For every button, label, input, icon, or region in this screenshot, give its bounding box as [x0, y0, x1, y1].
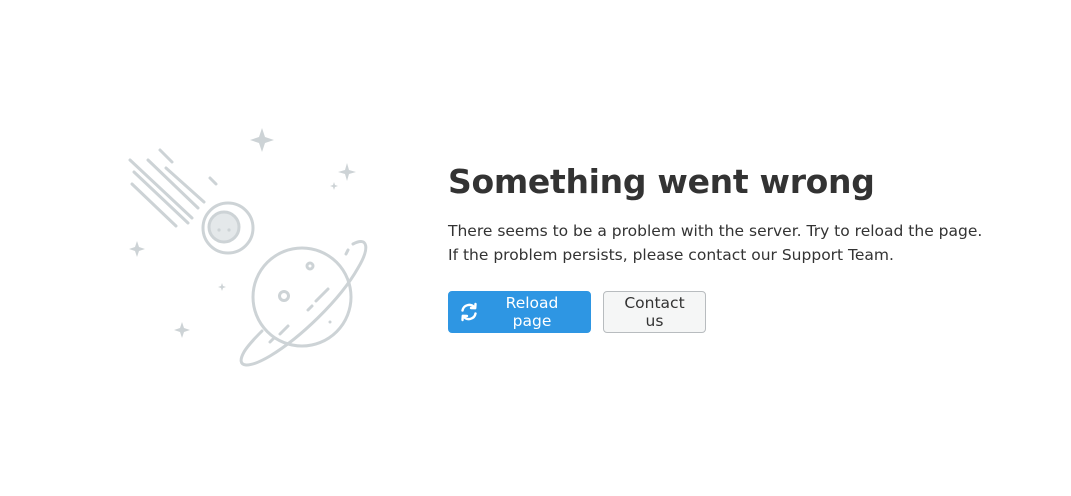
action-buttons: Reload page Contact us — [448, 291, 1008, 333]
meteor-planet-illustration — [120, 120, 380, 380]
reload-page-label: Reload page — [505, 294, 559, 330]
error-content: Something went wrong There seems to be a… — [448, 160, 1008, 333]
reload-icon — [459, 302, 479, 322]
star-icon — [129, 128, 356, 338]
error-message-line-1: There seems to be a problem with the ser… — [448, 222, 983, 240]
meteor-trail — [128, 148, 218, 228]
reload-page-button[interactable]: Reload page — [448, 291, 591, 333]
contact-us-label: Contact us — [624, 294, 685, 330]
error-message-line-2: If the problem persists, please contact … — [448, 246, 894, 264]
contact-us-button[interactable]: Contact us — [603, 291, 706, 333]
planet-icon — [239, 240, 368, 367]
error-title: Something went wrong — [448, 162, 875, 201]
error-message: There seems to be a problem with the ser… — [448, 219, 1008, 267]
meteor-icon — [201, 201, 255, 255]
